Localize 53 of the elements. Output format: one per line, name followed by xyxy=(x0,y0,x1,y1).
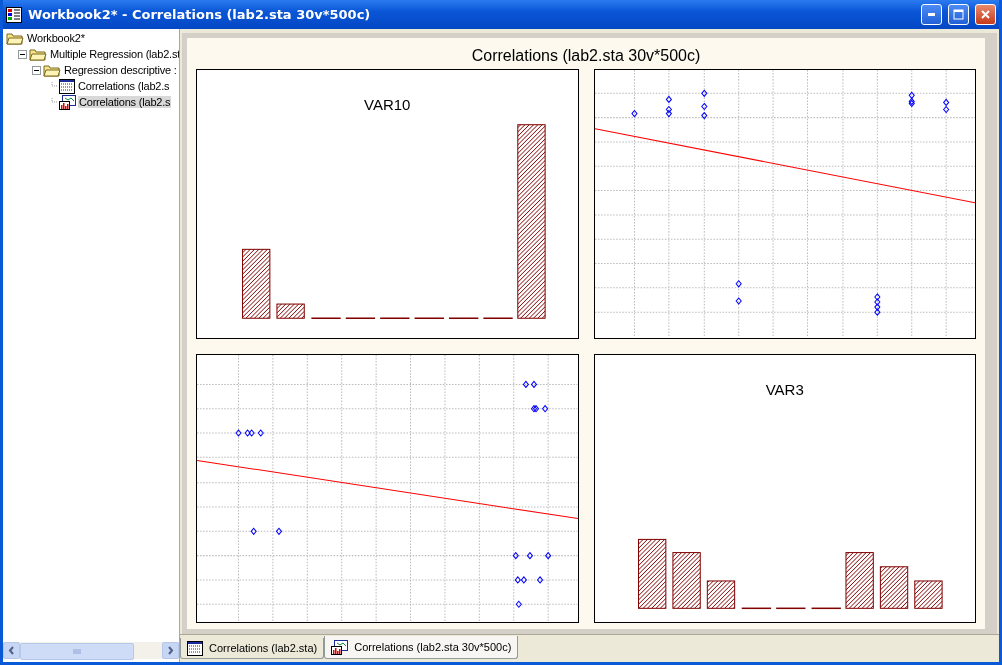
data-point xyxy=(544,551,552,559)
close-icon xyxy=(980,9,991,20)
tree-item[interactable]: Correlations (lab2.s xyxy=(78,96,172,108)
data-point xyxy=(630,109,638,118)
histogram-bar xyxy=(671,551,701,609)
histogram-bar xyxy=(242,248,271,319)
histogram-bar xyxy=(913,579,943,609)
data-point xyxy=(250,527,257,535)
window-title: Workbook2* - Correlations (lab2.sta 30v*500c) xyxy=(28,7,372,22)
data-point xyxy=(700,89,707,98)
maximize-icon xyxy=(953,9,964,20)
data-point xyxy=(536,575,544,584)
folder-icon xyxy=(29,47,47,61)
sheet-icon xyxy=(187,640,203,656)
tree-item[interactable]: Correlations (lab2.s xyxy=(77,80,171,92)
minimize-button[interactable] xyxy=(921,4,942,25)
scroll-thumb[interactable] xyxy=(20,643,134,660)
minimize-icon xyxy=(928,13,935,16)
graph-title: Correlations (lab2.sta 30v*500c) xyxy=(471,47,701,64)
workbook-icon xyxy=(6,6,22,23)
data-point xyxy=(735,279,742,288)
tree-item[interactable]: Regression descriptive : xyxy=(63,64,178,76)
data-point xyxy=(275,527,283,535)
chart-icon xyxy=(59,94,76,110)
data-point xyxy=(735,297,742,305)
chevron-left-icon xyxy=(8,646,15,655)
data-point xyxy=(526,551,534,559)
chevron-right-icon xyxy=(167,646,174,655)
histogram-bar xyxy=(844,551,874,609)
data-point xyxy=(257,428,264,437)
histogram-bar xyxy=(706,579,735,609)
chart-title: VAR10 xyxy=(364,96,411,113)
scroll-right-button[interactable] xyxy=(162,642,179,659)
chart-title: VAR3 xyxy=(765,380,804,398)
tree-item[interactable]: Workbook2* xyxy=(26,32,86,44)
data-point xyxy=(512,551,519,559)
scroll-left-button[interactable] xyxy=(3,642,20,659)
sheet-icon xyxy=(59,78,75,94)
histogram-bar xyxy=(637,538,666,609)
collapse-icon[interactable] xyxy=(32,65,41,75)
maximize-button[interactable] xyxy=(948,4,969,25)
document-tab[interactable]: Correlations (lab2.sta) xyxy=(180,638,325,659)
horizontal-scrollbar[interactable] xyxy=(3,642,179,659)
histogram-bar xyxy=(879,565,908,609)
close-button[interactable] xyxy=(975,4,996,25)
data-point xyxy=(235,428,242,437)
chart-icon xyxy=(331,639,349,655)
folder-icon xyxy=(43,63,61,77)
data-point xyxy=(515,599,522,608)
histogram-bar xyxy=(276,303,305,319)
document-tab[interactable]: Correlations (lab2.sta 30v*500c) xyxy=(324,636,519,659)
collapse-icon[interactable] xyxy=(18,49,27,59)
folder-icon xyxy=(6,31,24,45)
